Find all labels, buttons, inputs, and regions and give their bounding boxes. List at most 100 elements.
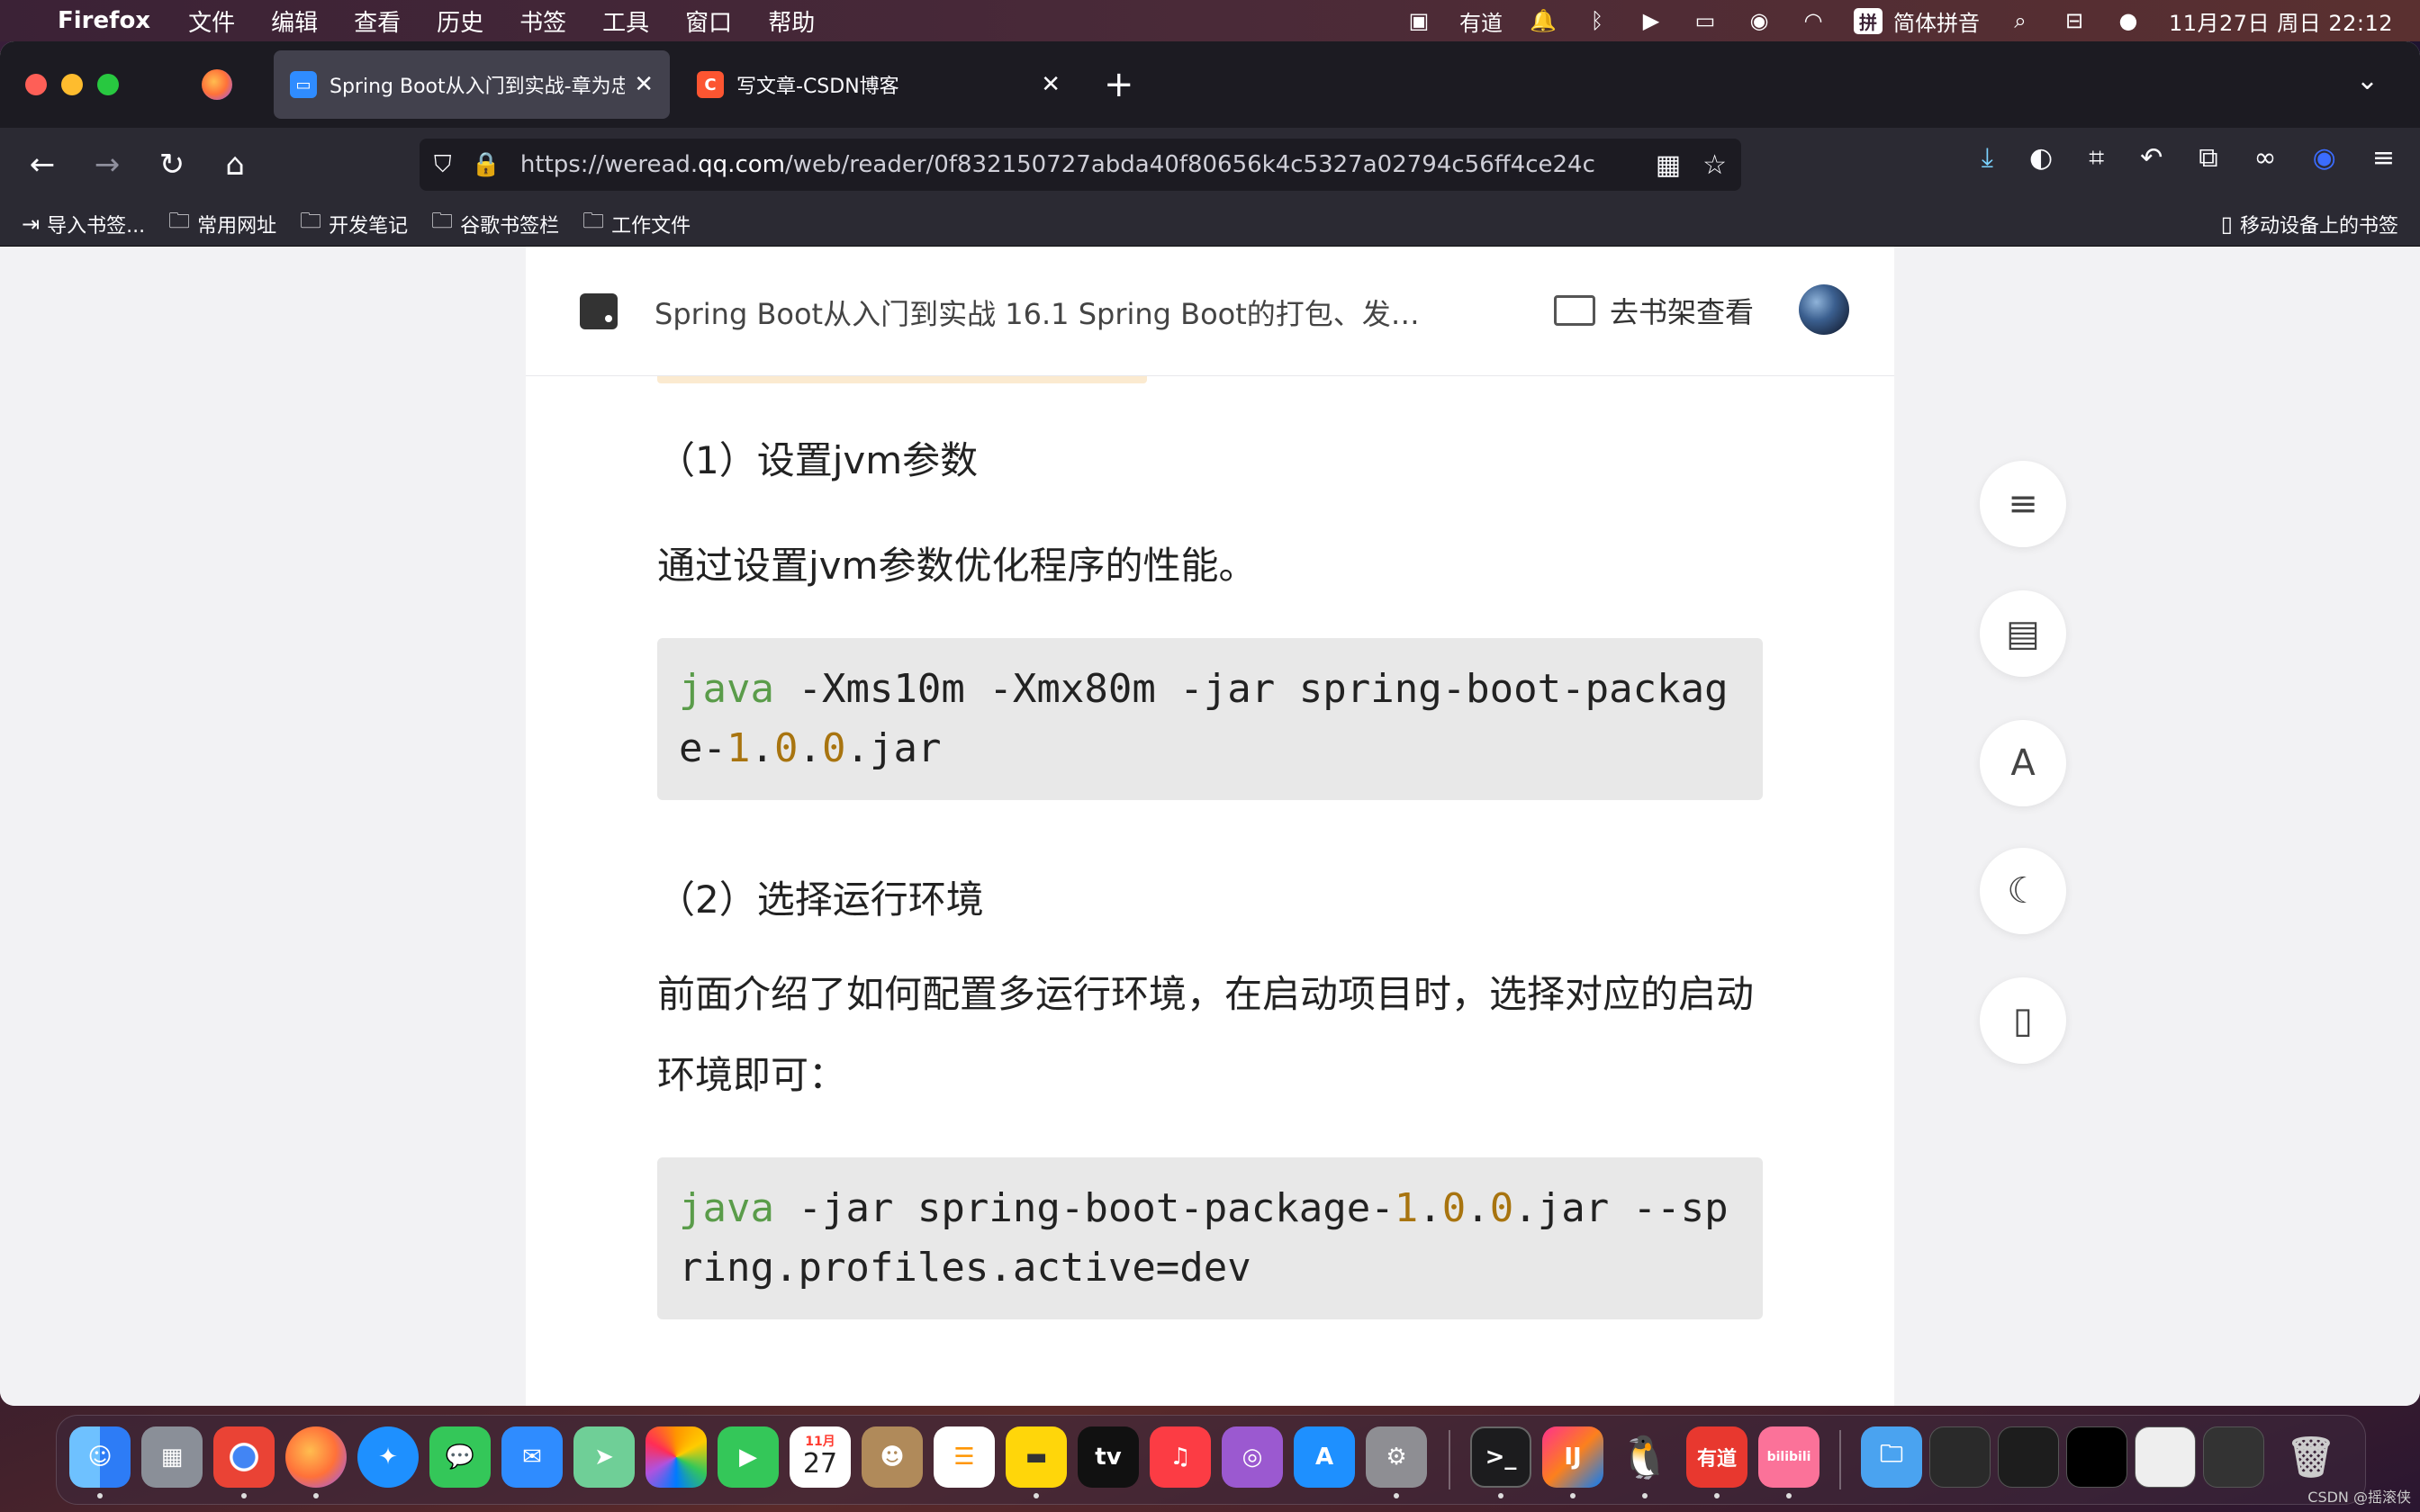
- app-store-icon[interactable]: A: [1294, 1426, 1355, 1488]
- spotlight-search-icon[interactable]: ⌕: [2007, 7, 2034, 34]
- bookmark-folder-dev-notes[interactable]: 🗀 开发笔记: [300, 205, 408, 242]
- siri-icon[interactable]: ●: [2115, 7, 2142, 34]
- minimized-window-thumbnail[interactable]: [2066, 1426, 2127, 1488]
- menu-view[interactable]: 查看: [354, 4, 401, 38]
- page-viewport[interactable]: Spring Boot从入门到实战 16.1 Spring Boot的打包、发布…: [0, 247, 2420, 1406]
- apple-tv-icon[interactable]: tv: [1078, 1426, 1139, 1488]
- maps-icon[interactable]: ➤: [573, 1426, 635, 1488]
- battery-icon[interactable]: ▭: [1692, 7, 1719, 34]
- play-icon[interactable]: ▶: [1638, 7, 1665, 34]
- firefox-icon[interactable]: [285, 1426, 347, 1488]
- notes-icon[interactable]: ▬: [1006, 1426, 1067, 1488]
- chrome-icon[interactable]: [213, 1426, 275, 1488]
- minimized-window-thumbnail[interactable]: [2203, 1426, 2264, 1488]
- messages-icon[interactable]: 💬: [429, 1426, 491, 1488]
- extensions-puzzle-icon[interactable]: ⧉: [2199, 142, 2217, 174]
- menu-file[interactable]: 文件: [188, 4, 235, 38]
- reminders-icon[interactable]: ☰: [934, 1426, 995, 1488]
- notification-bell-icon[interactable]: 🔔: [1530, 7, 1557, 34]
- close-tab-icon[interactable]: ✕: [1041, 71, 1061, 98]
- close-window-button[interactable]: [25, 74, 47, 95]
- contacts-icon[interactable]: ☻: [862, 1426, 923, 1488]
- new-tab-button[interactable]: +: [1104, 59, 1134, 110]
- minimized-window-thumbnail[interactable]: [2135, 1426, 2196, 1488]
- font-settings-button[interactable]: A: [1980, 720, 2066, 806]
- podcasts-icon[interactable]: ◎: [1222, 1426, 1283, 1488]
- mobile-bookmarks[interactable]: ▯ 移动设备上的书签: [2221, 210, 2398, 238]
- go-to-bookshelf-button[interactable]: 去书架查看: [1554, 290, 1754, 331]
- music-icon[interactable]: ♫: [1150, 1426, 1211, 1488]
- control-center-icon[interactable]: ⊟: [2061, 7, 2088, 34]
- dark-mode-button[interactable]: ☾: [1980, 848, 2066, 934]
- bookmark-folder-google[interactable]: 🗀 谷歌书签栏: [431, 205, 559, 242]
- downloads-folder-icon[interactable]: 🗀: [1861, 1426, 1922, 1488]
- bookmark-folder-work[interactable]: 🗀 工作文件: [582, 205, 691, 242]
- app-menu-firefox[interactable]: Firefox: [58, 7, 150, 34]
- minimized-window-thumbnail[interactable]: [1929, 1426, 1991, 1488]
- reload-button[interactable]: ↻: [151, 144, 193, 185]
- youdao-dict-icon[interactable]: 有道: [1686, 1426, 1747, 1488]
- phone-icon: ▯: [2012, 1000, 2033, 1041]
- menu-help[interactable]: 帮助: [768, 4, 815, 38]
- infinity-icon[interactable]: ∞: [2254, 142, 2277, 174]
- wifi-icon[interactable]: ◠: [1800, 7, 1827, 34]
- calendar-icon[interactable]: 11月 27: [790, 1426, 851, 1488]
- photos-icon[interactable]: [646, 1426, 707, 1488]
- home-button[interactable]: ⌂: [214, 144, 256, 185]
- catalog-book-icon[interactable]: [580, 293, 618, 329]
- menu-window[interactable]: 窗口: [685, 4, 732, 38]
- url-bar[interactable]: ⛉ 🔒 https://weread.qq.com/web/reader/0f8…: [420, 139, 1741, 191]
- menu-edit[interactable]: 编辑: [271, 4, 318, 38]
- system-settings-icon[interactable]: ⚙: [1366, 1426, 1427, 1488]
- bookmark-folder-common[interactable]: 🗀 常用网址: [168, 205, 276, 242]
- back-button[interactable]: ←: [22, 144, 63, 185]
- table-of-contents-button[interactable]: ≡: [1980, 461, 2066, 547]
- mobile-read-button[interactable]: ▯: [1980, 977, 2066, 1064]
- minimized-window-thumbnail[interactable]: [1998, 1426, 2059, 1488]
- lock-icon[interactable]: 🔒: [472, 151, 501, 178]
- user-icon[interactable]: ◉: [1746, 7, 1773, 34]
- ime-badge[interactable]: 拼: [1854, 7, 1883, 34]
- ime-label[interactable]: 简体拼音: [1893, 5, 1980, 37]
- safari-icon[interactable]: ✦: [357, 1426, 419, 1488]
- firefox-view-icon[interactable]: [202, 69, 232, 100]
- menu-bookmarks[interactable]: 书签: [519, 4, 566, 38]
- bluetooth-icon[interactable]: ᛒ: [1584, 7, 1611, 34]
- forward-button[interactable]: →: [86, 144, 128, 185]
- bilibili-icon[interactable]: bilibili: [1758, 1426, 1820, 1488]
- tab-list-chevron-down-icon[interactable]: ⌄: [2356, 65, 2379, 96]
- screenshot-crop-icon[interactable]: ⌗: [2089, 142, 2104, 174]
- app-menu-icon[interactable]: ≡: [2372, 142, 2395, 174]
- bookmark-star-icon[interactable]: ☆: [1702, 149, 1727, 181]
- qr-code-icon[interactable]: ▦: [1656, 149, 1681, 181]
- notes-button[interactable]: ▤: [1980, 590, 2066, 677]
- menubar-clock[interactable]: 11月27日 周日 22:12: [2169, 5, 2393, 37]
- close-tab-icon[interactable]: ✕: [634, 71, 654, 98]
- account-icon[interactable]: ◉: [2313, 142, 2336, 174]
- user-avatar[interactable]: [1799, 284, 1849, 335]
- menu-history[interactable]: 历史: [437, 4, 483, 38]
- finder-icon[interactable]: ☺: [69, 1426, 131, 1488]
- undo-icon[interactable]: ↶: [2140, 142, 2163, 174]
- bookmark-import[interactable]: ⇥ 导入书签...: [22, 210, 145, 238]
- facetime-icon[interactable]: ▶: [718, 1426, 779, 1488]
- tracking-protection-shield-icon[interactable]: ⛉: [434, 151, 452, 179]
- dock: ☺ ▦ ✦ 💬 ✉ ➤ ▶ 11月 27 ☻ ☰ ▬ tv ♫ ◎ A ⚙ >_ …: [56, 1415, 2366, 1505]
- tab-csdn[interactable]: C 写文章-CSDN博客 ✕: [681, 50, 1077, 119]
- intellij-icon[interactable]: IJ: [1542, 1426, 1603, 1488]
- menu-tools[interactable]: 工具: [602, 4, 649, 38]
- mail-icon[interactable]: ✉: [501, 1426, 563, 1488]
- minimize-window-button[interactable]: [61, 74, 83, 95]
- firefox-window: ▭ Spring Boot从入门到实战-章为忠 ✕ C 写文章-CSDN博客 ✕…: [0, 41, 2420, 1406]
- url-text[interactable]: https://weread.qq.com/web/reader/0f83215…: [520, 151, 1634, 178]
- terminal-icon[interactable]: >_: [1470, 1426, 1531, 1488]
- youdao-status-icon[interactable]: 有道: [1459, 7, 1503, 36]
- downloads-icon[interactable]: ⤓: [1982, 142, 1993, 174]
- trash-icon[interactable]: 🗑: [2280, 1426, 2342, 1488]
- zoom-window-button[interactable]: [97, 74, 119, 95]
- tab-weread[interactable]: ▭ Spring Boot从入门到实战-章为忠 ✕: [274, 50, 670, 119]
- launchpad-icon[interactable]: ▦: [141, 1426, 203, 1488]
- screen-time-icon[interactable]: ▣: [1405, 7, 1432, 34]
- qq-icon[interactable]: 🐧: [1614, 1426, 1675, 1488]
- extension-icon[interactable]: ◐: [2029, 142, 2053, 174]
